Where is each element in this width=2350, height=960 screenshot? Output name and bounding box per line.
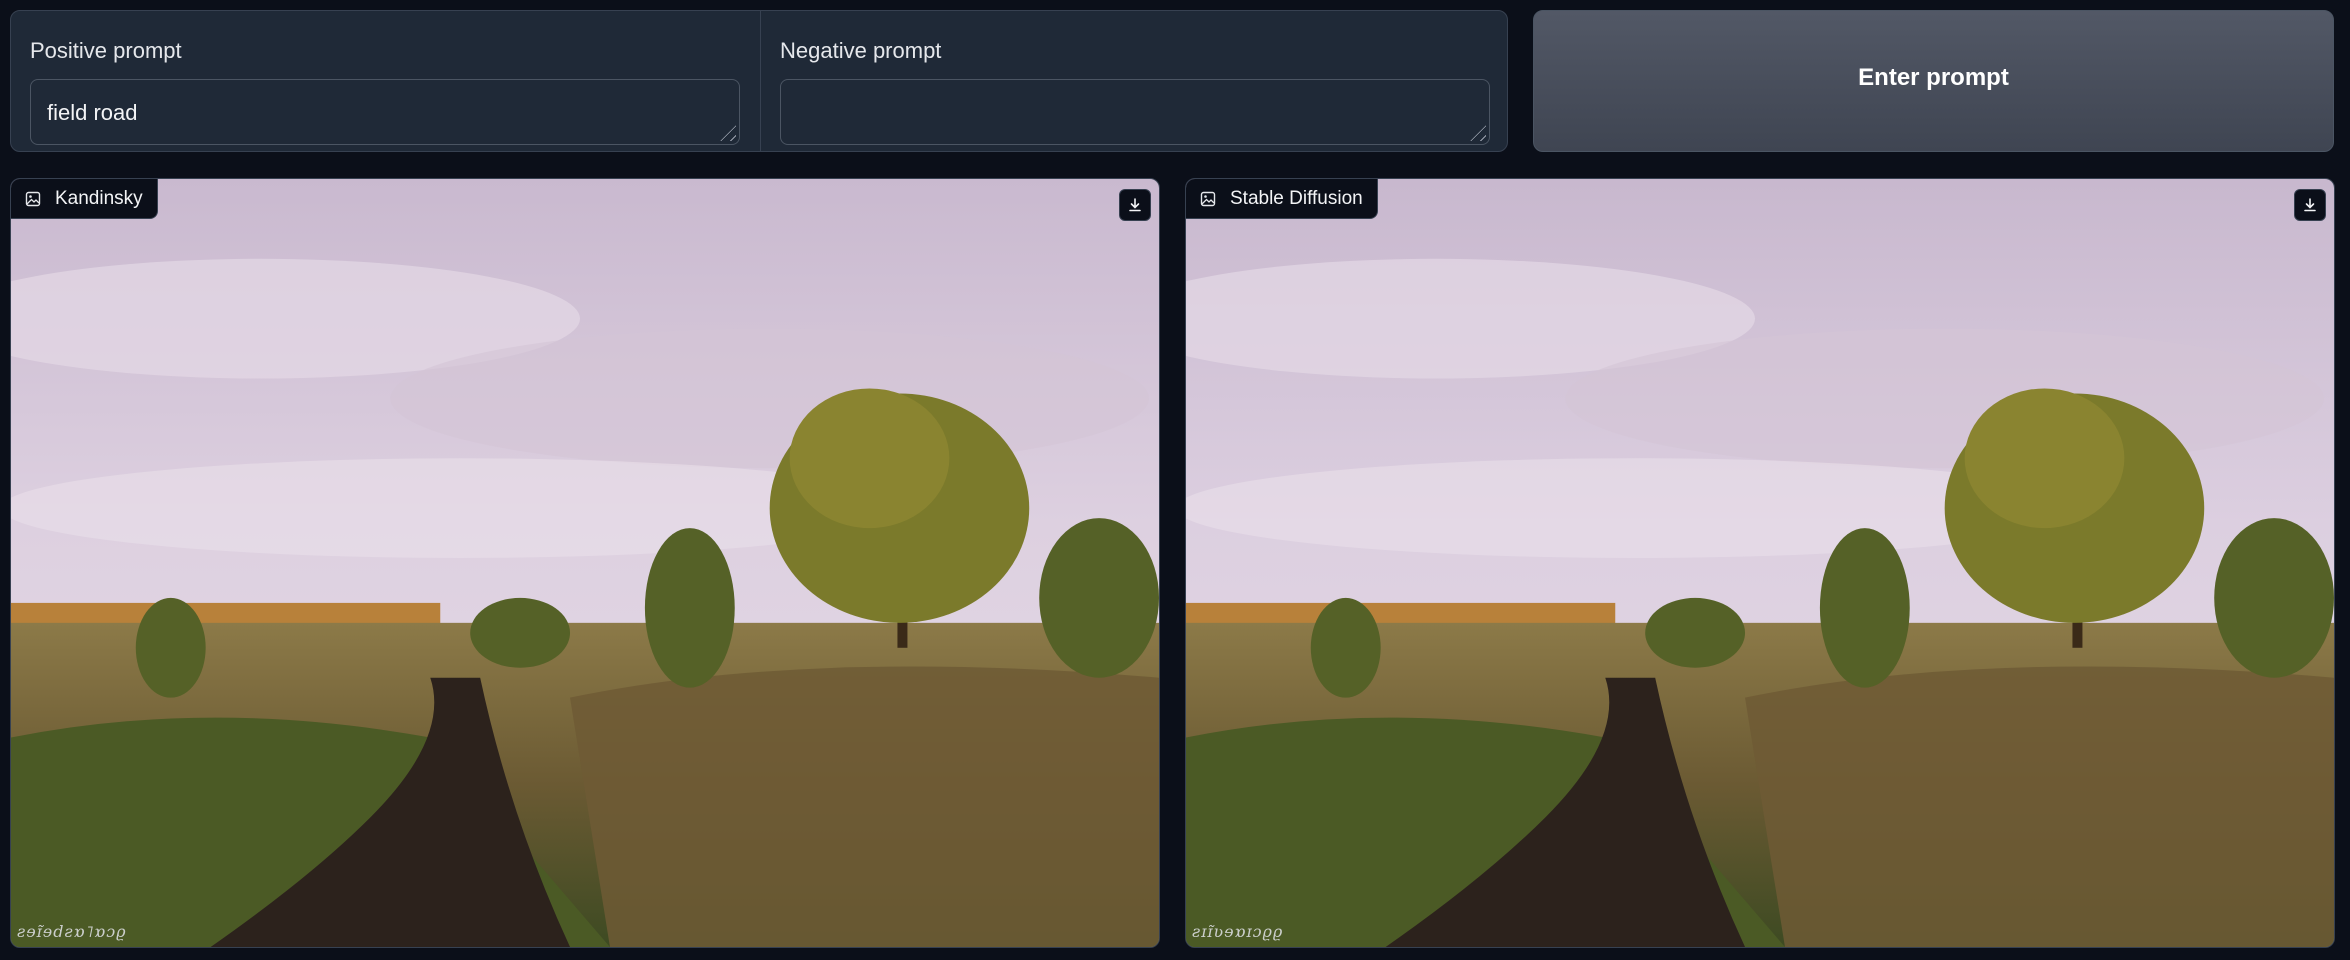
positive-prompt-value: field road <box>47 100 138 125</box>
negative-prompt-label: Negative prompt <box>780 38 942 63</box>
positive-prompt-group: Positive prompt field road <box>11 11 760 151</box>
output-label: Stable Diffusion <box>1230 187 1363 209</box>
image-icon <box>25 191 41 206</box>
output-label-tag: Kandinsky <box>11 179 158 219</box>
download-icon <box>2304 198 2316 212</box>
image-icon <box>1200 191 1216 206</box>
download-button[interactable] <box>2294 189 2326 221</box>
image-watermark: ƨɘɪ̃ɘdƨɒ˥ɒɔϱ <box>17 922 127 941</box>
resize-grip-icon[interactable] <box>716 121 736 141</box>
resize-grip-icon[interactable] <box>1466 121 1486 141</box>
prompt-panel: Positive prompt field road Negative prom… <box>10 10 1508 152</box>
output-label-tag: Stable Diffusion <box>1186 179 1378 219</box>
image-watermark: ƨɪɪ̃ʋɘɒɪɔϱϱ <box>1192 922 1284 941</box>
landscape-image <box>1186 179 2334 947</box>
enter-prompt-button[interactable]: Enter prompt <box>1533 10 2334 152</box>
stable-diffusion-output-panel: Stable Diffusion ƨɪɪ̃ʋɘɒɪɔϱϱ <box>1185 178 2335 948</box>
negative-prompt-input[interactable] <box>780 79 1490 145</box>
negative-prompt-group: Negative prompt <box>760 11 1507 151</box>
kandinsky-output-panel: Kandinsky ƨɘɪ̃ɘdƨɒ˥ɒɔϱ <box>10 178 1160 948</box>
positive-prompt-label: Positive prompt <box>30 38 182 63</box>
kandinsky-output-image <box>11 179 1159 947</box>
stable-diffusion-output-image <box>1186 179 2334 947</box>
positive-prompt-input[interactable]: field road <box>30 79 740 145</box>
download-icon <box>1129 198 1141 212</box>
output-label: Kandinsky <box>55 187 143 209</box>
landscape-image <box>11 179 1159 947</box>
download-button[interactable] <box>1119 189 1151 221</box>
